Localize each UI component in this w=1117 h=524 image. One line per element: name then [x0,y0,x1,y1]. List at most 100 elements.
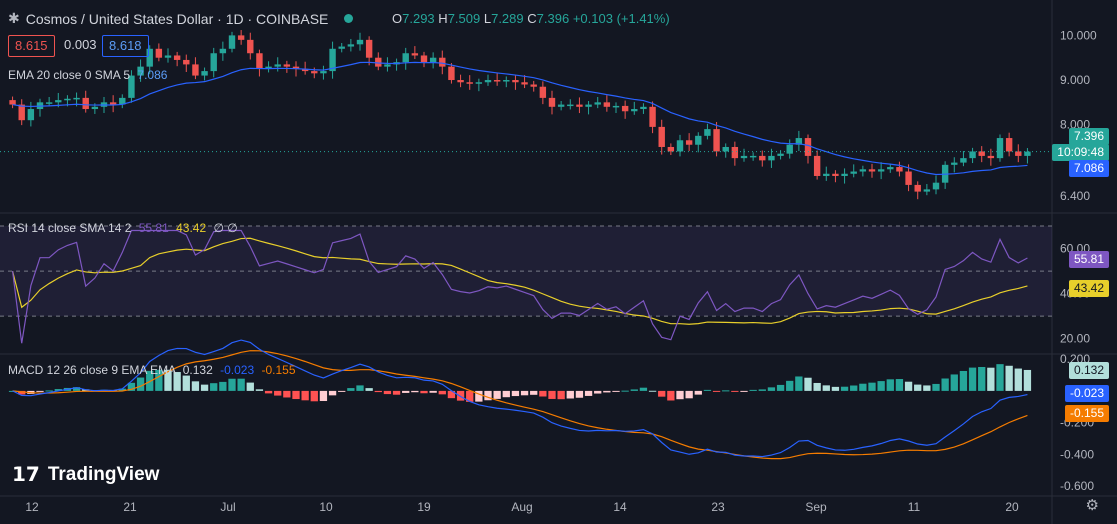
candle [164,55,172,58]
candle [64,98,71,101]
macd-hist-bar [566,390,574,399]
candle [612,105,620,108]
macd-hist-bar [694,390,702,395]
time-tick-label: 10 [319,500,333,514]
macd-hist-bar [795,376,803,391]
macd-hist-bar [557,390,565,400]
rsi-tick-label: 20.00 [1060,332,1090,346]
candle [27,109,35,121]
macd-hist-bar [932,383,940,391]
macd-legend[interactable]: MACD 12 26 close 9 EMA EMA 0.132 -0.023 … [8,363,296,377]
candle [73,97,80,100]
candle [283,64,291,67]
sell-button[interactable]: 8.615 [8,35,55,57]
candle [1005,138,1013,152]
candle [749,155,757,158]
macd-hist-bar [978,366,986,391]
macd-hist-bar [1014,368,1022,391]
macd-hist-bar [685,390,693,399]
candle [585,104,592,107]
gear-icon[interactable]: ⚙ [1086,496,1099,514]
macd-hist-bar [758,389,766,391]
tradingview-logo: 𝟭𝟳 TradingView [12,462,159,487]
candle [347,44,355,47]
candle [951,162,958,165]
macd-hist-bar [301,390,309,401]
macd-hist-bar [383,390,392,395]
macd-hist-bar [950,374,958,391]
price-tick-label: 10.000 [1060,28,1097,42]
candle [183,59,190,65]
candle [978,151,985,156]
high-value: 7.509 [447,11,481,26]
candle [621,105,629,112]
candle [484,80,492,83]
time-tick-label: 11 [908,500,921,514]
macd-hist-bar [804,377,812,391]
tradingview-logo-icon: 𝟭𝟳 [12,464,40,486]
candle [448,66,455,81]
time-tick-label: 12 [25,500,39,514]
macd-hist-bar [374,390,382,393]
candle [969,151,976,159]
time-tick-label: 21 [123,500,137,514]
macd-hist-bar [639,387,648,391]
market-open-icon [344,14,354,23]
candle [759,155,766,161]
symbol-title[interactable]: ✱ Cosmos / United States Dollar · 1D · C… [8,10,354,27]
ema-legend[interactable]: EMA 20 close 0 SMA 5 7.086 [8,68,167,82]
macd-hist-bar [228,378,236,391]
candle [685,140,693,145]
candle [411,53,419,56]
macd-hist-bar [493,390,501,399]
macd-hist-bar [356,385,364,391]
macd-hist-bar [923,385,931,391]
macd-hist-bar [255,389,264,391]
candle [55,100,62,103]
candle [1024,151,1031,156]
macd-hist-bar [731,390,739,392]
candle [338,46,345,49]
candle [503,80,510,82]
last-price-label: 7.396 [1068,128,1109,145]
candle [402,53,409,63]
candle [530,84,537,87]
macd-hist-bar [283,390,291,398]
macd-hist-bar [210,383,218,391]
candle [365,39,373,58]
macd-line [12,339,1028,458]
candle [877,169,885,172]
candle [859,169,867,172]
candle [429,57,437,63]
candle [557,104,565,107]
candle [320,71,327,74]
macd-hist-bar [612,390,620,392]
candle [192,64,199,76]
candle [201,71,208,76]
chart-canvas[interactable]: 10.0009.0008.0006.40060.0040.0020.000.20… [0,0,1117,524]
candle [91,106,99,110]
candle [384,64,391,67]
macd-hist-bar [959,370,968,391]
candle [173,55,181,60]
macd-hist-bar [877,381,885,391]
candle [247,39,254,54]
buy-button[interactable]: 8.618 [102,35,149,57]
time-tick-label: 14 [613,500,627,514]
candle [996,138,1004,159]
macd-hist-bar [36,390,44,392]
rsi-legend[interactable]: RSI 14 close SMA 14 2 55.81 43.42 ∅ ∅ [8,221,238,235]
candle [786,144,793,154]
macd-hist-bar [237,378,245,391]
time-tick-label: 20 [1005,500,1019,514]
macd-hist-value-label: 0.132 [1068,362,1109,379]
candle [695,135,702,145]
rsi-sma-legend-value: 43.42 [176,221,207,235]
macd-hist-bar [310,390,318,402]
candle [256,53,263,69]
macd-hist-bar [630,389,638,391]
candle [832,173,839,176]
candle [722,146,729,152]
candle [667,146,675,152]
macd-hist-bar [402,390,410,393]
